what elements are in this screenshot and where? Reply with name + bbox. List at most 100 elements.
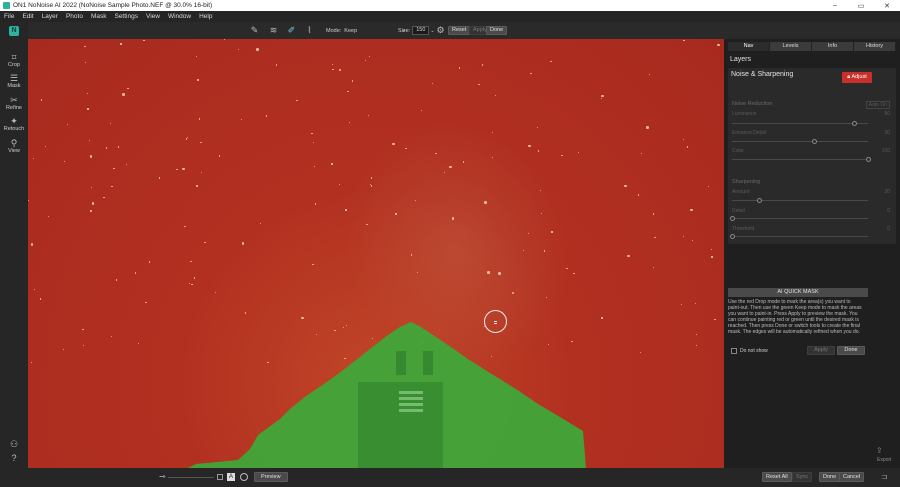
help-icon[interactable]: ? [0, 453, 28, 463]
mode-select[interactable]: Keep ⌄ [344, 27, 406, 34]
view-icon: ⚲ [10, 138, 18, 148]
tool-options-bar: ✎ ≋ ✐ ⌇ Mode: Keep ⌄ Size: 150 ⌄ ⚙ Reset… [0, 22, 900, 39]
brush-icon[interactable]: ✎ [249, 25, 260, 36]
sync-button[interactable]: Sync [792, 472, 813, 482]
tool-refine-label: Refine [6, 105, 22, 111]
tool-view-label: View [8, 148, 20, 154]
color-value: 100 [881, 148, 890, 154]
close-icon[interactable]: ✕ [874, 2, 900, 10]
adjust-label: Adjust [851, 74, 867, 80]
threshold-slider[interactable] [730, 234, 868, 239]
luminance-slider[interactable] [732, 121, 868, 126]
size-label: Size: [398, 27, 411, 34]
quick-mask-done-button[interactable]: Done [837, 346, 865, 355]
menu-help[interactable]: Help [199, 13, 212, 20]
done-button[interactable]: Done [486, 26, 508, 35]
do-not-show-checkbox[interactable] [731, 348, 737, 354]
amount-label: Amount [732, 189, 750, 195]
compare-icon[interactable] [217, 474, 223, 480]
do-not-show-label: Do not show [740, 348, 768, 354]
mask-view-icon[interactable] [240, 473, 248, 481]
tool-retouch[interactable]: ✦ Retouch [0, 116, 28, 132]
menu-photo[interactable]: Photo [66, 13, 83, 20]
lock-icon: 🔒︎ [847, 74, 851, 80]
split-view-icon[interactable]: A [227, 473, 235, 481]
right-panel: Nav Levels Info History Layers Noise & S… [724, 39, 900, 468]
section-title: Noise & Sharpening [731, 71, 794, 78]
menu-settings[interactable]: Settings [114, 13, 138, 20]
slider-knob[interactable] [730, 216, 735, 221]
reset-all-button[interactable]: Reset All [762, 472, 792, 482]
slider-knob[interactable] [730, 234, 735, 239]
ai-brush-icon[interactable]: ✐ [286, 25, 297, 36]
menu-file[interactable]: File [4, 13, 14, 20]
detail-label: Detail [732, 208, 745, 214]
reset-button[interactable]: Reset [448, 26, 471, 35]
tab-info[interactable]: Info [812, 42, 854, 51]
mask-brush-icon[interactable]: ≋ [268, 25, 279, 36]
export-icon[interactable]: ⇪ [876, 446, 883, 455]
tab-nav[interactable]: Nav [728, 42, 770, 51]
tool-crop[interactable]: ⌗ Crop [0, 52, 28, 68]
minimize-icon[interactable]: – [822, 2, 848, 9]
sidebar-toggle-icon[interactable]: ⊐ [881, 472, 888, 481]
preview-button[interactable]: Preview [254, 472, 288, 482]
left-toolbar: N ⌗ Crop ☰ Mask ✂ Refine ✦ Retouch ⚲ Vie… [0, 22, 28, 487]
slider-knob[interactable] [811, 139, 817, 144]
gear-icon[interactable]: ⚙ [435, 25, 446, 36]
mode-label: Mode: [326, 27, 342, 34]
quick-mask-header: AI QUICK MASK [728, 288, 868, 297]
size-input[interactable]: 150 [412, 26, 430, 35]
menu-view[interactable]: View [146, 13, 160, 20]
tab-levels[interactable]: Levels [770, 42, 812, 51]
title-bar: ON1 NoNoise AI 2022 (NoNoise Sample Phot… [0, 0, 900, 11]
zoom-slider-icon[interactable]: ⊸ [159, 472, 166, 481]
detail-slider[interactable] [730, 216, 868, 221]
enhance-detail-value: 30 [884, 130, 890, 136]
slider-knob[interactable] [852, 121, 858, 126]
window-title: ON1 NoNoise AI 2022 (NoNoise Sample Phot… [13, 2, 213, 9]
tool-mask[interactable]: ☰ Mask [0, 73, 28, 89]
color-slider[interactable] [732, 157, 871, 162]
menu-window[interactable]: Window [168, 13, 191, 20]
menu-edit[interactable]: Edit [22, 13, 33, 20]
panel-tabs: Nav Levels Info History [728, 42, 896, 51]
slider-knob[interactable] [757, 198, 763, 203]
tool-refine[interactable]: ✂ Refine [0, 95, 28, 111]
amount-slider[interactable] [732, 198, 868, 203]
luminance-value: 80 [884, 111, 890, 117]
layers-title: Layers [730, 56, 752, 63]
auto-button[interactable]: Auto On [865, 101, 890, 109]
quick-mask-apply-button[interactable]: Apply [807, 346, 835, 355]
done-bottom-button[interactable]: Done [819, 472, 841, 482]
barn-window [423, 351, 433, 375]
noise-reduction-title: Noise Reduction [732, 101, 773, 107]
tab-history[interactable]: History [854, 42, 896, 51]
enhance-detail-slider[interactable] [732, 139, 868, 144]
tool-retouch-label: Retouch [3, 126, 25, 132]
account-icon[interactable]: ⚇ [0, 439, 28, 449]
cancel-button[interactable]: Cancel [839, 472, 865, 482]
quick-mask-description: Use the red Drop mode to mark the area(s… [728, 299, 862, 335]
barn-window [396, 351, 406, 375]
mode-value: Keep [344, 27, 358, 34]
maximize-icon[interactable]: ▭ [848, 2, 874, 10]
tool-mask-label: Mask [7, 83, 21, 89]
app-logo: N [9, 26, 19, 36]
menu-mask[interactable]: Mask [91, 13, 107, 20]
size-stepper[interactable]: ⌄ [430, 28, 434, 34]
amount-value: 20 [884, 189, 890, 195]
menu-layer[interactable]: Layer [42, 13, 58, 20]
zoom-slider[interactable] [168, 477, 214, 478]
keep-mask-overlay [188, 322, 586, 468]
slider-knob[interactable] [866, 157, 871, 162]
image-canvas[interactable] [28, 39, 724, 468]
refine-icon: ✂ [10, 95, 18, 105]
tool-crop-label: Crop [8, 62, 20, 68]
tool-view[interactable]: ⚲ View [0, 138, 28, 154]
enhance-detail-label: Enhance Detail [732, 130, 766, 136]
mask-icon: ☰ [9, 73, 19, 83]
menu-bar: File Edit Layer Photo Mask Settings View… [0, 11, 900, 22]
eraser-icon[interactable]: ⌇ [304, 25, 315, 36]
adjust-button[interactable]: 🔒︎ Adjust [842, 72, 872, 83]
